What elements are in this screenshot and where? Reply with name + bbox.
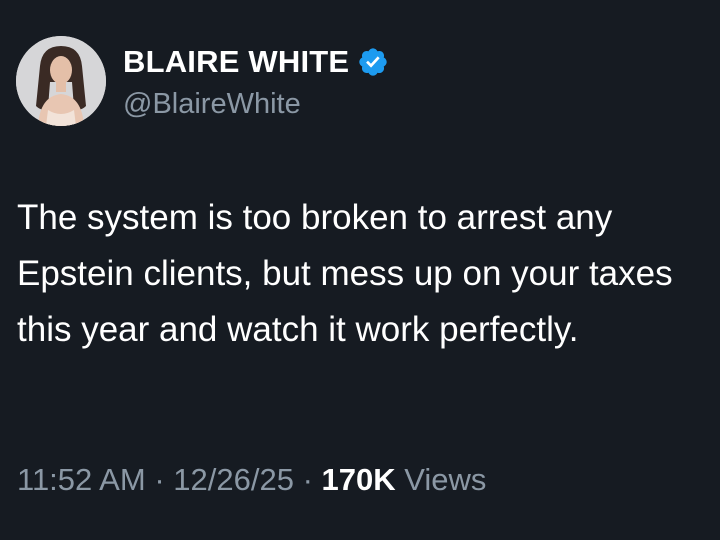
- display-name-row: BLAIRE WHITE: [123, 42, 389, 82]
- tweet-meta: 11:52 AM · 12/26/25 · 170K Views: [17, 462, 486, 498]
- tweet-date[interactable]: 12/26/25: [173, 462, 294, 497]
- tweet-time[interactable]: 11:52 AM: [17, 462, 146, 497]
- handle[interactable]: @BlaireWhite: [123, 88, 389, 121]
- tweet-card: BLAIRE WHITE @BlaireWhite The system is …: [0, 0, 720, 540]
- tweet-text: The system is too broken to arrest any E…: [17, 198, 673, 349]
- avatar[interactable]: [16, 36, 106, 126]
- meta-separator: ·: [302, 462, 313, 497]
- display-name[interactable]: BLAIRE WHITE: [123, 44, 349, 80]
- tweet-header: BLAIRE WHITE @BlaireWhite: [16, 36, 389, 126]
- author-info: BLAIRE WHITE @BlaireWhite: [123, 42, 389, 121]
- avatar-image: [16, 36, 106, 126]
- views-count[interactable]: 170K: [322, 462, 396, 497]
- views-label: Views: [404, 462, 487, 497]
- verified-badge-icon[interactable]: [357, 46, 389, 78]
- meta-separator: ·: [154, 462, 165, 497]
